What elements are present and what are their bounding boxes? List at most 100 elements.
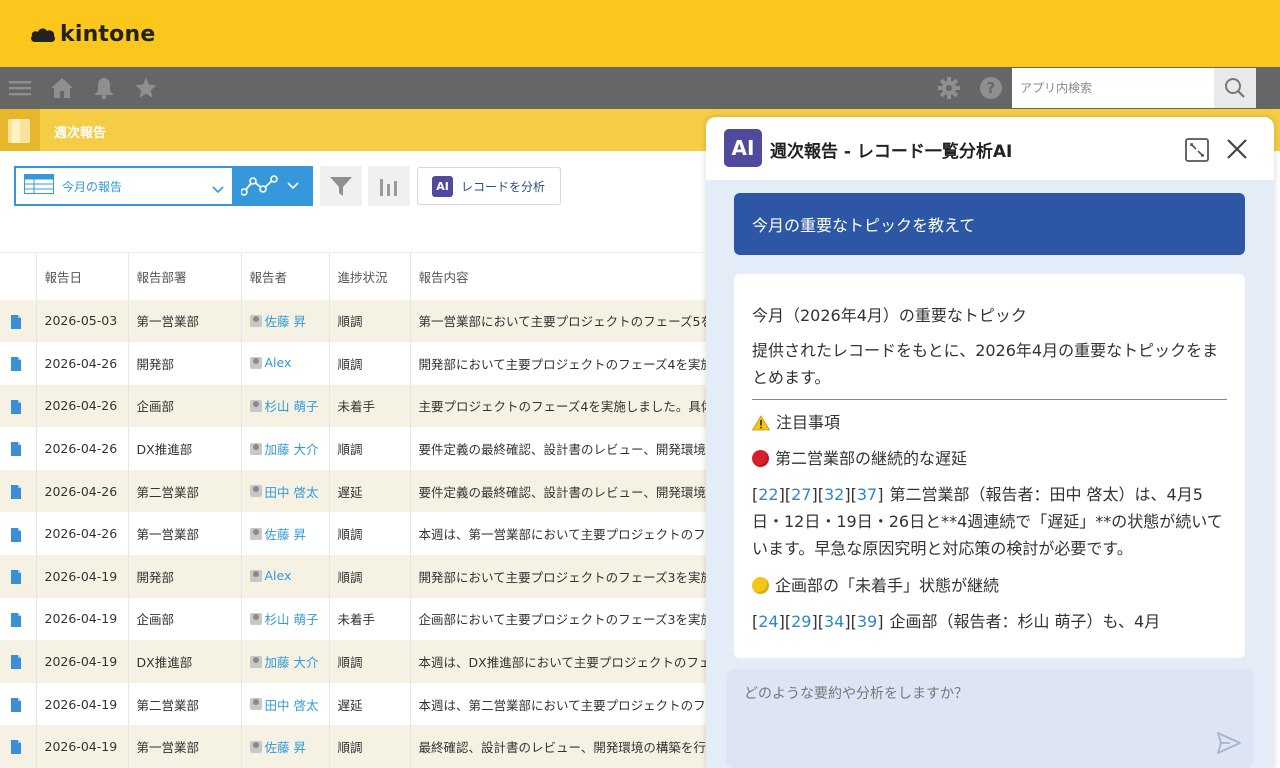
chevron-down-icon xyxy=(212,180,224,199)
analyze-records-button[interactable]: AI レコードを分析 xyxy=(417,167,561,205)
record-detail-cell[interactable] xyxy=(0,469,36,513)
menu-icon[interactable] xyxy=(8,76,32,100)
record-detail-cell[interactable] xyxy=(0,299,36,343)
record-detail-cell[interactable] xyxy=(0,427,36,470)
record-detail-cell[interactable] xyxy=(0,725,36,768)
content-cell: 要件定義の最終確認、設計書のレビュー、開発環境の構築 xyxy=(409,469,720,513)
status-cell: 遅延 xyxy=(328,682,410,726)
send-icon[interactable] xyxy=(1216,731,1242,759)
record-detail-icon[interactable] xyxy=(10,357,22,372)
record-detail-cell[interactable] xyxy=(0,342,36,385)
home-icon[interactable] xyxy=(50,76,74,100)
ai-answer-card: 今月（2026年4月）の重要なトピック 提供されたレコードをもとに、2026年4… xyxy=(734,274,1245,658)
reporter-link[interactable]: 杉山 萌子 xyxy=(249,609,319,628)
gear-icon[interactable] xyxy=(937,76,961,100)
star-icon[interactable] xyxy=(134,76,158,100)
reporter-link[interactable]: 田中 啓太 xyxy=(249,695,318,714)
reporter-link[interactable]: 加藤 大介 xyxy=(249,652,318,671)
table-row[interactable]: 2026-04-26 DX推進部 加藤 大介 順調 要件定義の最終確認、設計書のレビュー… xyxy=(0,427,720,470)
app-search-input[interactable] xyxy=(1012,68,1214,108)
table-row[interactable]: 2026-04-19 第二営業部 田中 啓太 遅延 本週は、第二営業部において主要プロジ… xyxy=(0,682,720,726)
reporter-link[interactable]: 杉山 萌子 xyxy=(249,396,318,415)
record-detail-icon[interactable] xyxy=(10,314,22,329)
reporter-link[interactable]: 佐藤 昇 xyxy=(249,524,306,543)
record-detail-icon[interactable] xyxy=(10,655,22,670)
column-header-content[interactable]: 報告内容 xyxy=(409,252,720,300)
record-ref-link[interactable]: 27 xyxy=(791,485,811,504)
reporter-cell: 加藤 大介 xyxy=(240,640,329,683)
record-detail-icon[interactable] xyxy=(10,399,22,414)
record-ref-link[interactable]: 37 xyxy=(857,485,877,504)
column-header-reporter[interactable]: 報告者 xyxy=(240,252,329,300)
record-ref-link[interactable]: 39 xyxy=(857,612,877,631)
reporter-cell: Alex xyxy=(240,555,329,598)
reporter-name: 加藤 大介 xyxy=(264,442,319,458)
filter-button[interactable] xyxy=(320,166,362,206)
app-icon[interactable] xyxy=(0,109,40,151)
kintone-logo[interactable]: kintone xyxy=(30,22,155,47)
table-row[interactable]: 2026-04-26 開発部 Alex 順調 開発部において主要プロジェクトのフェーズ4… xyxy=(0,342,720,385)
record-detail-cell[interactable] xyxy=(0,384,36,428)
date-cell: 2026-04-26 xyxy=(35,427,128,470)
reporter-link[interactable]: 佐藤 昇 xyxy=(249,737,306,756)
table-row[interactable]: 2026-04-19 DX推進部 加藤 大介 順調 本週は、DX推進部において主要プロジ… xyxy=(0,640,720,683)
record-ref-link[interactable]: 34 xyxy=(824,612,844,631)
chart-button[interactable] xyxy=(368,166,410,206)
view-selector[interactable]: 今月の報告 xyxy=(14,166,234,206)
record-detail-cell[interactable] xyxy=(0,512,36,556)
record-detail-icon[interactable] xyxy=(10,740,22,755)
search-button[interactable] xyxy=(1214,68,1256,108)
department-cell: 開発部 xyxy=(127,555,241,598)
record-ref-link[interactable]: 29 xyxy=(791,612,811,631)
item2-title: 企画部の「未着手」状態が継続 xyxy=(775,576,1000,595)
table-row[interactable]: 2026-04-19 第一営業部 佐藤 昇 順調 最終確認、設計書のレビュー、開発環境の… xyxy=(0,725,720,768)
table-row[interactable]: 2026-04-19 企画部 杉山 萌子 未着手 企画部において主要プロジェクトのフェー… xyxy=(0,597,720,641)
table-row[interactable]: 2026-04-26 第一営業部 佐藤 昇 順調 本週は、第一営業部において主要プロジェ… xyxy=(0,512,720,556)
records-table: 報告日 報告部署 報告者 進捗状況 報告内容 2026-05-03 第一営業部 佐藤… xyxy=(0,252,720,768)
table-row[interactable]: 2026-04-26 第二営業部 田中 啓太 遅延 要件定義の最終確認、設計書のレビュー… xyxy=(0,469,720,513)
reporter-link[interactable]: Alex xyxy=(249,355,291,370)
table-header-row: 報告日 報告部署 報告者 進捗状況 報告内容 xyxy=(0,252,720,300)
table-row[interactable]: 2026-05-03 第一営業部 佐藤 昇 順調 第一営業部において主要プロジェクトのフ… xyxy=(0,299,720,343)
column-header-status[interactable]: 進捗状況 xyxy=(328,252,410,300)
column-header-date[interactable]: 報告日 xyxy=(35,252,128,300)
table-row[interactable]: 2026-04-26 企画部 杉山 萌子 未着手 主要プロジェクトのフェーズ4を実施しま… xyxy=(0,384,720,428)
date-cell: 2026-04-26 xyxy=(35,342,128,385)
record-detail-icon[interactable] xyxy=(10,527,22,542)
record-ref-link[interactable]: 32 xyxy=(824,485,844,504)
reporter-link[interactable]: Alex xyxy=(249,568,291,583)
record-detail-icon[interactable] xyxy=(10,484,22,499)
record-detail-cell[interactable] xyxy=(0,682,36,726)
record-detail-cell[interactable] xyxy=(0,555,36,598)
table-row[interactable]: 2026-04-19 開発部 Alex 順調 開発部において主要プロジェクトのフェーズ3… xyxy=(0,555,720,598)
record-detail-cell[interactable] xyxy=(0,597,36,641)
cloud-logo-icon xyxy=(30,26,56,44)
graph-selector-button[interactable] xyxy=(233,166,313,206)
record-detail-cell[interactable] xyxy=(0,640,36,683)
content-cell: 本週は、DX推進部において主要プロジェクトのフェーズ xyxy=(409,640,720,683)
close-icon[interactable] xyxy=(1224,136,1250,166)
reporter-link[interactable]: 加藤 大介 xyxy=(249,439,319,458)
bell-icon[interactable] xyxy=(92,76,116,100)
date-cell: 2026-04-26 xyxy=(35,469,128,513)
reporter-cell: 佐藤 昇 xyxy=(240,725,329,768)
record-ref-link[interactable]: 24 xyxy=(758,612,778,631)
red-circle-icon xyxy=(752,450,769,467)
content-cell: 開発部において主要プロジェクトのフェーズ4を実施しました xyxy=(409,342,720,385)
reporter-link[interactable]: 田中 啓太 xyxy=(249,482,318,501)
column-header-department[interactable]: 報告部署 xyxy=(127,252,241,300)
help-icon[interactable]: ? xyxy=(979,76,1003,100)
analyze-label: レコードを分析 xyxy=(461,179,546,194)
expand-icon[interactable] xyxy=(1184,137,1210,167)
avatar xyxy=(249,314,262,327)
department-cell: 開発部 xyxy=(127,342,241,385)
record-detail-icon[interactable] xyxy=(10,612,22,627)
record-ref-link[interactable]: 22 xyxy=(758,485,778,504)
record-detail-icon[interactable] xyxy=(10,570,22,585)
reporter-name: 杉山 萌子 xyxy=(264,612,319,628)
reporter-link[interactable]: 佐藤 昇 xyxy=(249,311,306,330)
prompt-input[interactable] xyxy=(726,669,1254,768)
record-detail-icon[interactable] xyxy=(10,442,22,457)
reporter-cell: 田中 啓太 xyxy=(240,469,329,513)
record-detail-icon[interactable] xyxy=(10,697,22,712)
